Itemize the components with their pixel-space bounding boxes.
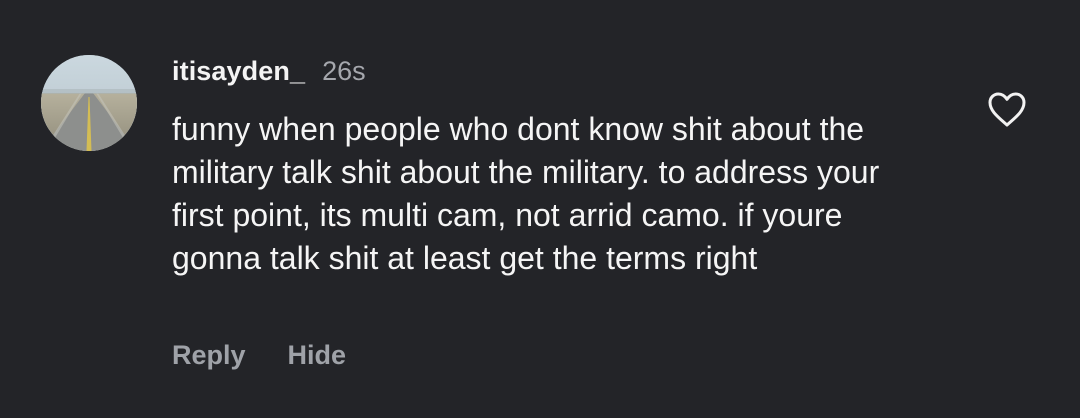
comment-item: itisayden_ 26s funny when people who don… [0, 0, 1080, 418]
comment-timestamp: 26s [322, 56, 366, 86]
user-avatar[interactable] [41, 55, 137, 151]
like-button[interactable] [986, 90, 1028, 128]
heart-outline-icon [988, 92, 1026, 127]
reply-button[interactable]: Reply [172, 340, 246, 371]
road-avatar-image [41, 55, 137, 151]
comment-header: itisayden_ 26s [172, 51, 952, 91]
comment-actions: Reply Hide [172, 340, 346, 371]
hide-button[interactable]: Hide [288, 340, 347, 371]
comment-content: itisayden_ 26s funny when people who don… [172, 51, 952, 280]
comment-text: funny when people who dont know shit abo… [172, 111, 880, 276]
username[interactable]: itisayden_ [172, 51, 305, 91]
